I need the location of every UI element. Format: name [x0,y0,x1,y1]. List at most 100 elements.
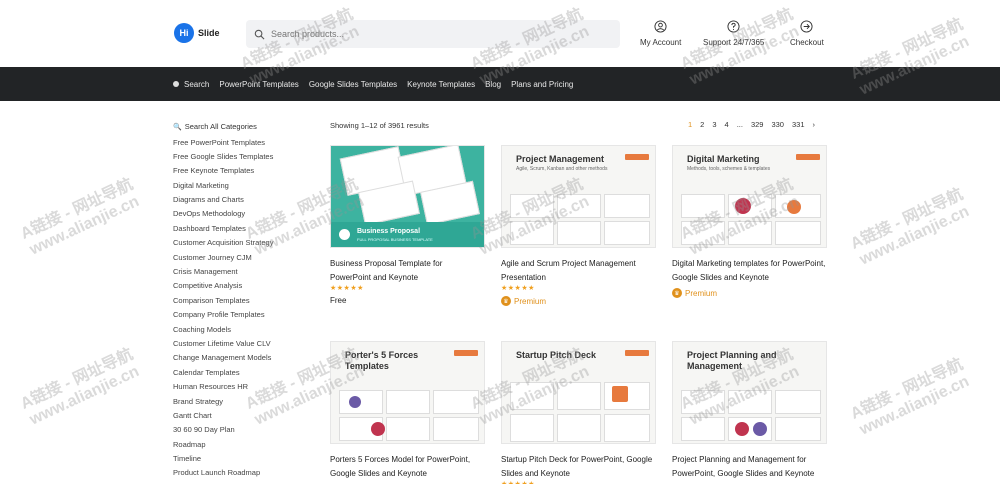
thumbnail-title: Business Proposal [357,228,421,235]
sidebar-item[interactable]: Diagrams and Charts [173,193,313,207]
sidebar-item[interactable]: Brand Strategy [173,395,313,409]
thumbnail-title: Startup Pitch Deck [516,350,597,360]
sidebar-item[interactable]: Free PowerPoint Templates [173,136,313,150]
sidebar-item[interactable]: Free Keynote Templates [173,164,313,178]
help-icon [727,20,740,33]
premium-badge: ♛ Premium [501,296,656,306]
product-card[interactable]: Porter's 5 Forces Templates Porters 5 Fo… [330,341,485,480]
next-page-arrow[interactable]: › [813,120,816,129]
product-thumbnail[interactable]: Project Planning and Management [672,341,827,444]
product-card[interactable]: Digital Marketing Methods, tools, scheme… [672,145,827,298]
page-link[interactable]: 4 [725,120,729,129]
product-title[interactable]: Startup Pitch Deck for PowerPoint, Googl… [501,453,656,480]
sidebar-item[interactable]: Timeline [173,452,313,466]
watermark: A链接 - 网址导航 www.alianjie.cn [848,355,972,439]
sidebar-item[interactable]: Digital Marketing [173,179,313,193]
product-thumbnail[interactable]: Digital Marketing Methods, tools, scheme… [672,145,827,248]
page-link[interactable]: 2 [700,120,704,129]
page-link[interactable]: 3 [712,120,716,129]
search-input[interactable] [271,29,601,39]
thumbnail-subtitle: FULL PROPOSAL BUSINESS TEMPLATE [357,237,433,242]
thumbnail-title: Project Planning and Management [687,350,777,371]
price-label: Free [330,296,347,305]
sidebar-item[interactable]: Roadmap [173,438,313,452]
sidebar-item[interactable]: DevOps Methodology [173,207,313,221]
product-title[interactable]: Agile and Scrum Project Management Prese… [501,257,656,284]
product-thumbnail[interactable]: Porter's 5 Forces Templates [330,341,485,444]
main-nav: Search PowerPoint Templates Google Slide… [0,67,1000,101]
crown-icon: ♛ [501,296,511,306]
product-card[interactable]: Startup Pitch Deck Startup Pitch Deck fo… [501,341,656,484]
product-thumbnail[interactable]: Business Proposal FULL PROPOSAL BUSINESS… [330,145,485,248]
page-ellipsis: ... [736,120,743,129]
page-link[interactable]: 329 [751,120,764,129]
sidebar-item[interactable]: Crisis Management [173,265,313,279]
sidebar-item[interactable]: Coaching Models [173,323,313,337]
page-link[interactable]: 331 [792,120,805,129]
rating-stars: ★★★★★ [501,285,535,292]
sidebar-item[interactable]: Product Launch Roadmap [173,466,313,480]
nav-blog[interactable]: Blog [485,80,501,89]
watermark: A链接 - 网址导航 www.alianjie.cn [18,345,142,429]
nav-keynote-templates[interactable]: Keynote Templates [407,80,475,89]
my-account-link[interactable]: My Account [640,20,681,47]
sidebar-item[interactable]: Company Profile Templates [173,308,313,322]
premium-badge: ♛ Premium [672,288,827,298]
sidebar-item[interactable]: Customer Lifetime Value CLV [173,337,313,351]
sidebar-item[interactable]: Human Resources HR [173,380,313,394]
nav-plans-pricing[interactable]: Plans and Pricing [511,80,573,89]
logo-badge: Hi [174,23,194,43]
magnifier-icon: 🔍 [173,123,182,131]
checkout-link[interactable]: Checkout [790,20,824,47]
product-title[interactable]: Porters 5 Forces Model for PowerPoint, G… [330,453,485,480]
sidebar-item[interactable]: Dashboard Templates [173,222,313,236]
checkout-arrow-icon [800,20,813,33]
thumbnail-title: Porter's 5 Forces Templates [345,350,419,371]
sidebar-item[interactable]: Calendar Templates [173,366,313,380]
nav-powerpoint-templates[interactable]: PowerPoint Templates [219,80,298,89]
product-thumbnail[interactable]: Project Management Agile, Scrum, Kanban … [501,145,656,248]
thumbnail-subtitle: Methods, tools, schemes & templates [687,166,771,172]
product-card[interactable]: Project Planning and Management Project … [672,341,827,480]
watermark: A链接 - 网址导航 www.alianjie.cn [18,175,142,259]
product-thumbnail[interactable]: Startup Pitch Deck [501,341,656,444]
premium-label: Premium [685,288,718,298]
sidebar-heading: Search All Categories [184,122,257,131]
support-link[interactable]: Support 24/7/365 [703,20,764,47]
sidebar-item[interactable]: Customer Acquisition Strategy [173,236,313,250]
category-sidebar: 🔍 Search All Categories Free PowerPoint T… [173,121,313,481]
sidebar-item[interactable]: Comparison Templates [173,294,313,308]
page-link[interactable]: 330 [771,120,784,129]
sidebar-search-all[interactable]: 🔍 Search All Categories [173,121,313,132]
sidebar-item[interactable]: Competitive Analysis [173,279,313,293]
template-logo-icon [339,229,350,240]
site-logo[interactable]: Hi Slide [174,23,220,43]
sidebar-item[interactable]: Free Google Slides Templates [173,150,313,164]
result-count: Showing 1–12 of 3961 results [330,121,429,130]
product-card[interactable]: Project Management Agile, Scrum, Kanban … [501,145,656,306]
sidebar-item[interactable]: 30 60 90 Day Plan [173,423,313,437]
checkout-label: Checkout [790,38,824,47]
product-title[interactable]: Digital Marketing templates for PowerPoi… [672,257,827,284]
sidebar-item[interactable]: Gantt Chart [173,409,313,423]
page-link-current[interactable]: 1 [688,120,692,129]
nav-google-slides-templates[interactable]: Google Slides Templates [309,80,397,89]
nav-search[interactable]: Search [173,80,209,89]
logo-text: Slide [198,28,220,38]
search-dot-icon [173,81,179,87]
product-title[interactable]: Project Planning and Management for Powe… [672,453,827,480]
product-title[interactable]: Business Proposal Template for PowerPoin… [330,257,485,284]
support-label: Support 24/7/365 [703,38,765,47]
premium-label: Premium [514,296,547,306]
thumbnail-subtitle: Agile, Scrum, Kanban and other methods [516,166,608,172]
thumbnail-title: Project Management [516,154,605,164]
watermark: A链接 - 网址导航 www.alianjie.cn [848,185,972,269]
site-header: Hi Slide My Account Support 24/7/365 Che… [0,0,1000,67]
crown-icon: ♛ [672,288,682,298]
search-bar[interactable] [246,20,620,48]
sidebar-item[interactable]: Change Management Models [173,351,313,365]
nav-search-label: Search [184,79,210,89]
product-card[interactable]: Business Proposal FULL PROPOSAL BUSINESS… [330,145,485,305]
search-icon [254,29,265,39]
sidebar-item[interactable]: Customer Journey CJM [173,251,313,265]
